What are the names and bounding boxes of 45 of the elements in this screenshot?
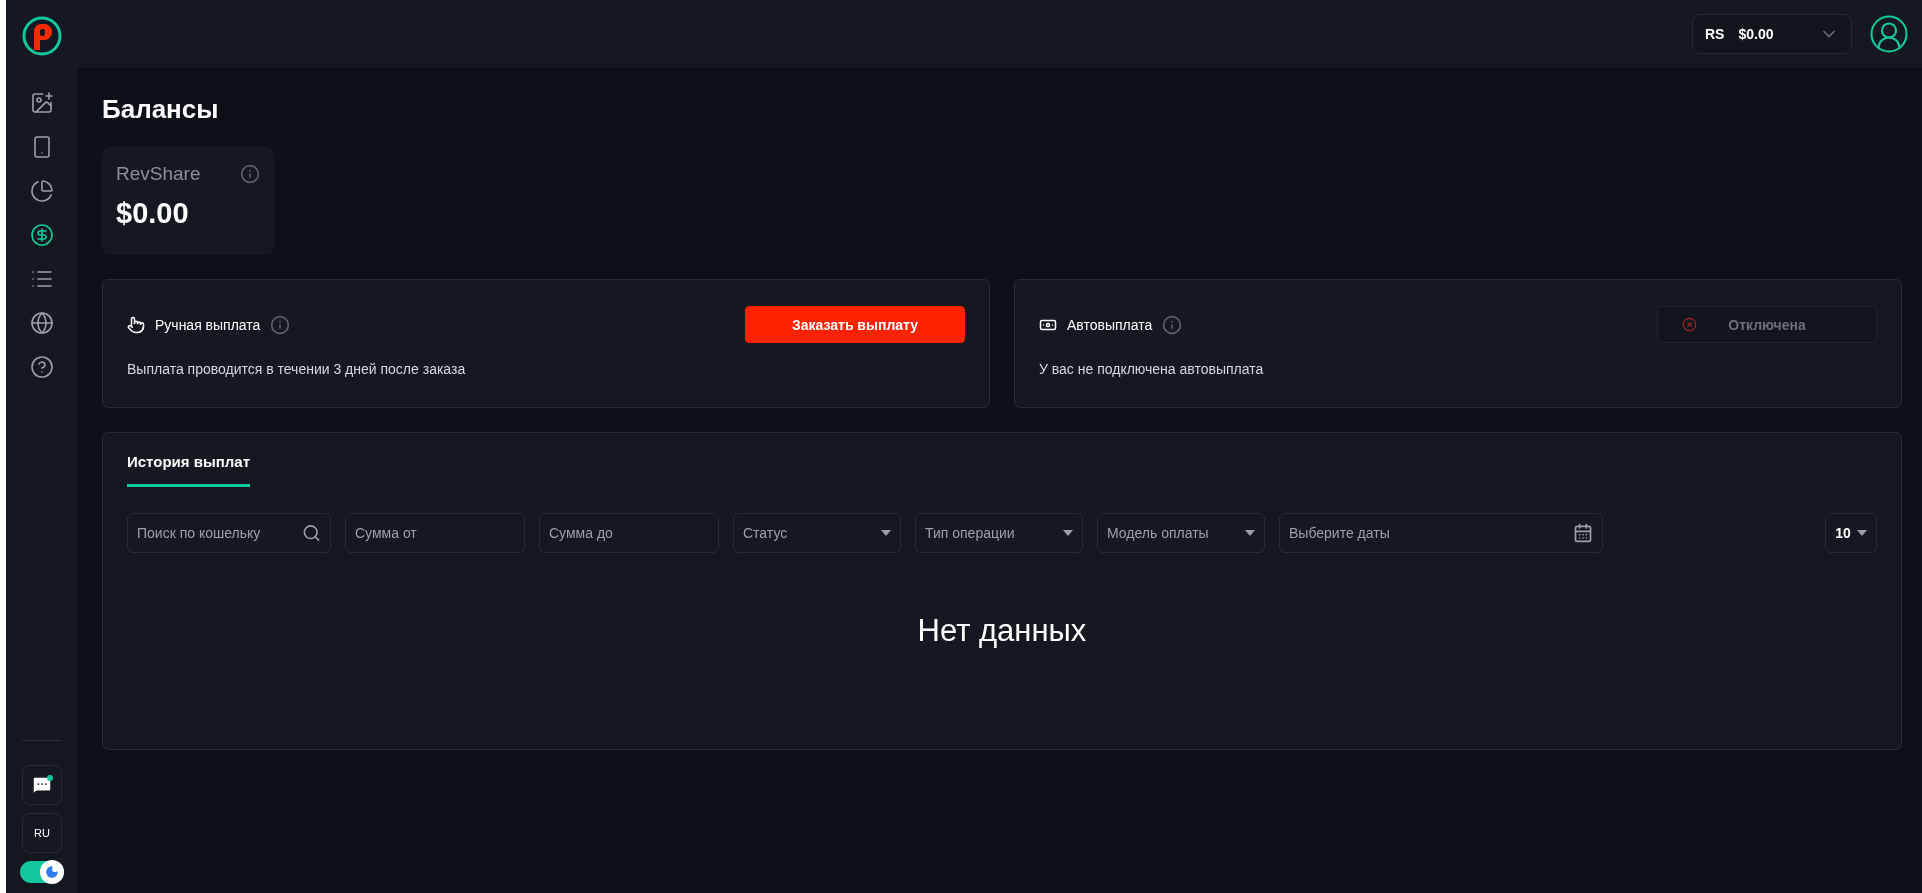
- theme-toggle[interactable]: [20, 861, 64, 883]
- page-title: Балансы: [102, 94, 220, 125]
- hand-pointer-icon: [127, 315, 145, 334]
- input-field[interactable]: Сумма до: [539, 513, 719, 553]
- payout-description: У вас не подключена автовыплата: [1039, 361, 1265, 377]
- payout-title: Автовыплата: [1067, 316, 1153, 333]
- moon-icon: [45, 865, 59, 879]
- info-icon[interactable]: [270, 314, 291, 335]
- select-field[interactable]: Тип операции: [915, 513, 1083, 553]
- balance-dropdown[interactable]: RS $0.00: [1692, 14, 1852, 54]
- date-field[interactable]: Выберите даты: [1279, 513, 1603, 553]
- calendar-icon: [1573, 523, 1593, 543]
- globe-icon: [30, 311, 54, 335]
- search-field[interactable]: Поиск по кошельку: [127, 513, 331, 553]
- payout-title: Ручная выплата: [155, 316, 261, 333]
- x-circle-icon: [1682, 317, 1697, 332]
- caret-icon: [1856, 530, 1867, 536]
- history-tab[interactable]: История выплат: [127, 453, 251, 487]
- caret-icon: [1063, 530, 1073, 536]
- balance-amount: $0.00: [1738, 26, 1774, 42]
- payout-description: Выплата проводится в течении 3 дней после заказа: [127, 361, 467, 377]
- caret-icon: [1245, 530, 1255, 536]
- select-field[interactable]: Модель оплаты: [1097, 513, 1265, 553]
- caret-icon: [881, 530, 891, 536]
- input-field[interactable]: Сумма от: [345, 513, 525, 553]
- page-size-select[interactable]: 10: [1825, 513, 1877, 553]
- profile-button[interactable]: [1868, 13, 1910, 55]
- select-field[interactable]: Статус: [733, 513, 901, 553]
- user-icon: [1868, 13, 1910, 55]
- chat-button[interactable]: [22, 765, 62, 805]
- language-button[interactable]: RU: [22, 813, 62, 853]
- info-icon[interactable]: [240, 164, 260, 184]
- info-icon[interactable]: [1162, 314, 1183, 335]
- payout-button[interactable]: Заказать выплату: [745, 306, 965, 343]
- chat-icon: [31, 774, 53, 796]
- pie-chart-icon: [30, 179, 54, 203]
- search-icon: [302, 523, 321, 543]
- dollar-icon: [30, 223, 54, 247]
- logo-icon[interactable]: [22, 16, 62, 56]
- balance-label: RevShare: [116, 163, 201, 185]
- currency-code: RS: [1705, 26, 1725, 42]
- help-icon: [30, 355, 54, 379]
- add-image-icon: [30, 91, 54, 115]
- empty-message: Нет данных: [916, 612, 1088, 650]
- balance-value: $0.00: [116, 197, 190, 230]
